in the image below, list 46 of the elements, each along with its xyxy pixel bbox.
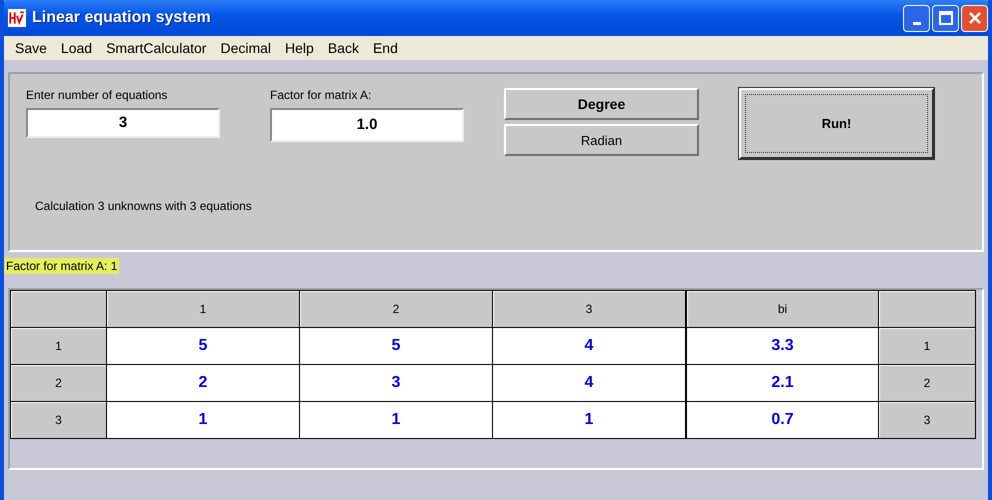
table-cell[interactable]: 4 bbox=[493, 365, 686, 402]
column-header: 3 bbox=[493, 291, 686, 328]
input-field[interactable]: 3 bbox=[26, 108, 220, 138]
table-cell[interactable]: 2.1 bbox=[685, 365, 879, 402]
column-header: bi bbox=[685, 291, 879, 328]
table-cell[interactable]: 1 bbox=[300, 402, 493, 439]
menu-item[interactable]: Back bbox=[320, 40, 366, 56]
column-header: 2 bbox=[300, 291, 493, 328]
menu-item[interactable]: SmartCalculator bbox=[99, 40, 214, 56]
table-cell[interactable]: 1 bbox=[107, 402, 300, 439]
maximize-icon bbox=[938, 10, 954, 26]
close-icon bbox=[966, 10, 982, 26]
table-cell[interactable]: 3.3 bbox=[685, 328, 879, 365]
menu-item[interactable]: End bbox=[366, 40, 405, 56]
table-cell[interactable]: 5 bbox=[107, 328, 300, 365]
row-header: 2 bbox=[11, 365, 107, 402]
menu-item[interactable]: Save bbox=[8, 40, 54, 56]
menu-item[interactable]: Decimal bbox=[213, 40, 278, 56]
factor-note: Factor for matrix A: 1 bbox=[4, 258, 120, 274]
row-header: 2 bbox=[879, 365, 976, 402]
app-icon bbox=[8, 9, 26, 27]
row-header: 1 bbox=[11, 328, 107, 365]
toggle-button[interactable]: Degree bbox=[504, 88, 699, 120]
field-label: Enter number of equations bbox=[26, 88, 168, 102]
table-cell[interactable]: 4 bbox=[493, 328, 686, 365]
menu-item[interactable]: Help bbox=[278, 40, 321, 56]
minimize-icon bbox=[912, 22, 920, 24]
toggle-button[interactable]: Radian bbox=[504, 124, 699, 156]
close-button[interactable] bbox=[961, 4, 988, 32]
window-title: Linear equation system bbox=[32, 9, 212, 27]
table-cell[interactable]: 3 bbox=[300, 365, 493, 402]
row-header: 3 bbox=[11, 402, 107, 439]
table-cell[interactable]: 5 bbox=[300, 328, 493, 365]
row-header: 3 bbox=[879, 402, 976, 439]
column-header: 1 bbox=[107, 291, 300, 328]
minimize-button[interactable] bbox=[903, 4, 930, 32]
menu-item[interactable]: Load bbox=[54, 40, 100, 56]
run-button[interactable]: Run! bbox=[739, 88, 934, 159]
table-cell[interactable]: 1 bbox=[493, 402, 686, 439]
status-text: Calculation 3 unknowns with 3 equations bbox=[35, 199, 252, 213]
field-label: Factor for matrix A: bbox=[270, 88, 372, 102]
maximize-button[interactable] bbox=[932, 4, 959, 32]
row-header: 1 bbox=[879, 328, 976, 365]
input-field[interactable]: 1.0 bbox=[270, 108, 464, 142]
table-cell[interactable]: 2 bbox=[107, 365, 300, 402]
table-cell[interactable]: 0.7 bbox=[685, 402, 879, 439]
